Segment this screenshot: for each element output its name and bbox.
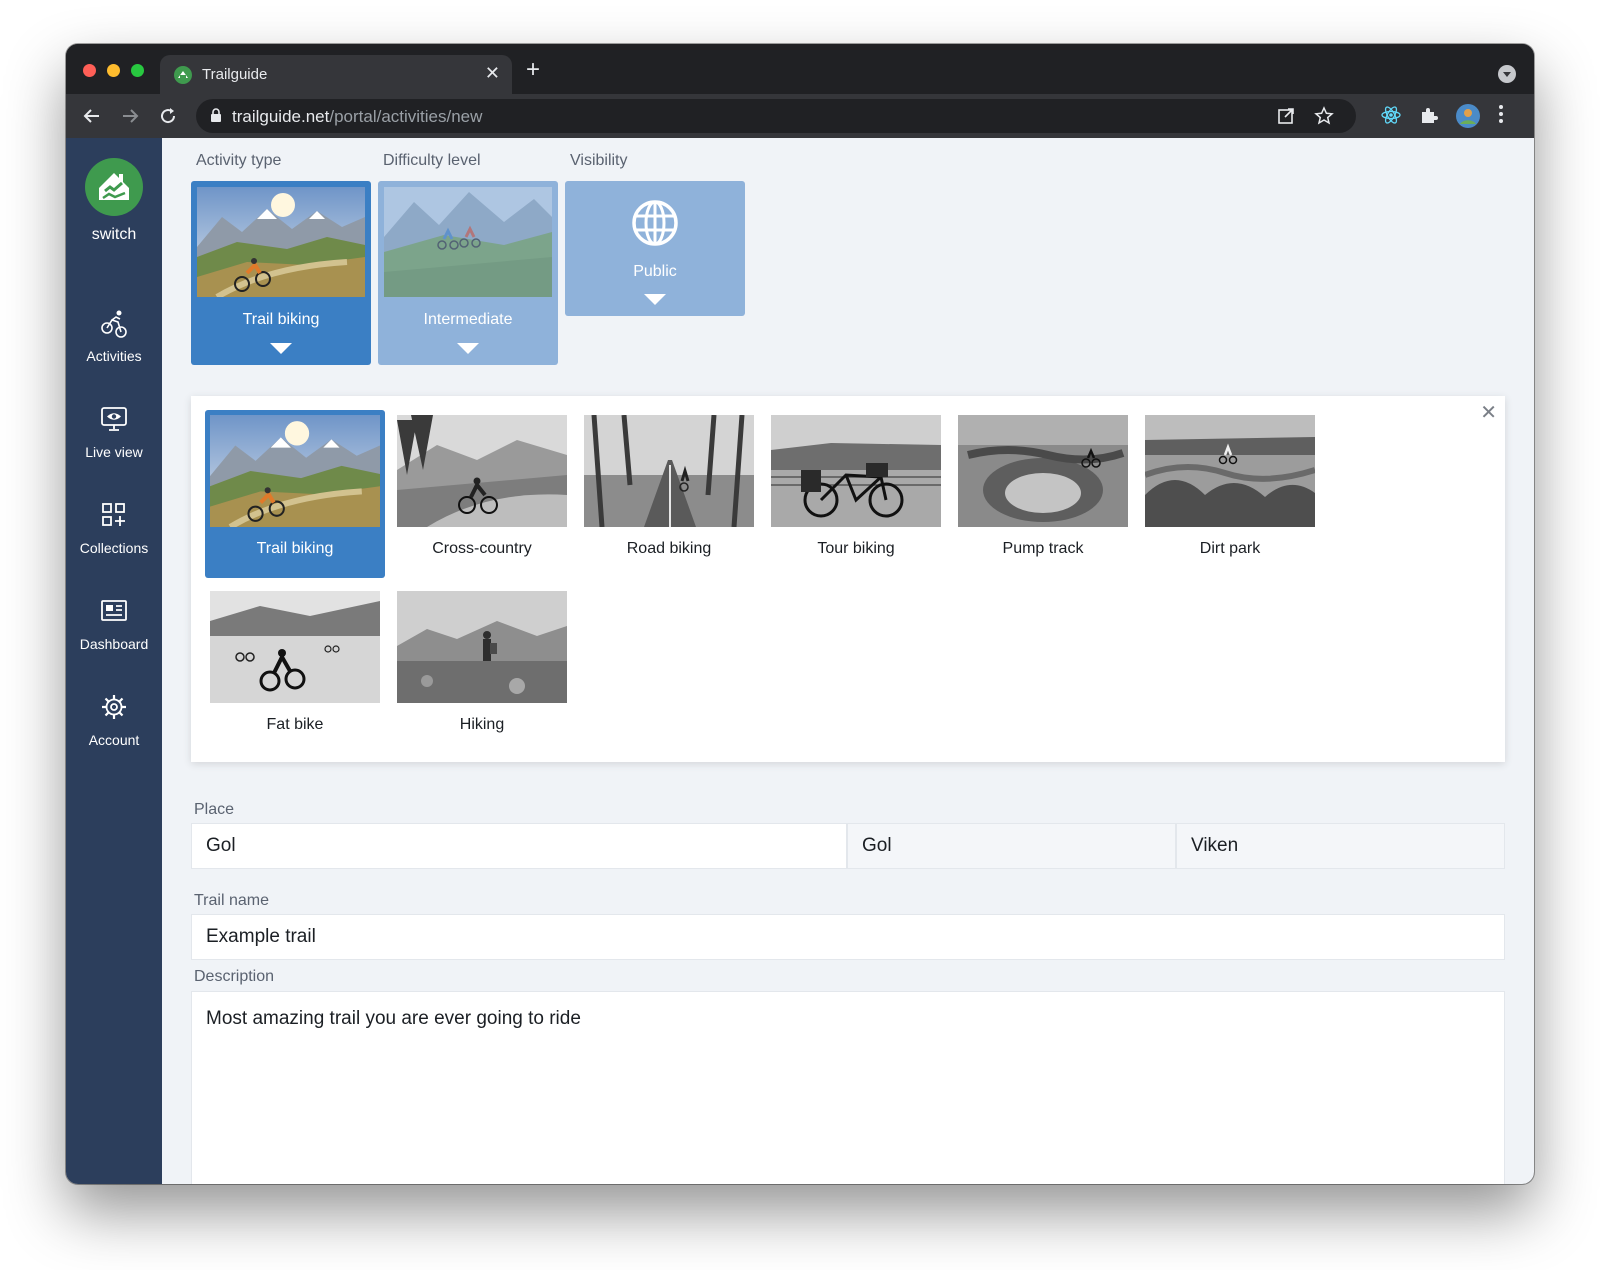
address-bar[interactable]: trailguide.net/portal/activities/new bbox=[196, 99, 1356, 133]
tab-close-icon[interactable]: ✕ bbox=[485, 63, 500, 84]
intermediate-photo bbox=[384, 187, 552, 297]
activity-option-label: Pump track bbox=[1002, 540, 1084, 557]
visibility-label: Visibility bbox=[570, 152, 628, 169]
url-path: /portal/activities/new bbox=[329, 107, 483, 126]
activity-option-label: Tour biking bbox=[817, 540, 895, 557]
close-window-button[interactable] bbox=[83, 64, 96, 77]
activity-option-label: Road biking bbox=[626, 540, 712, 557]
sidebar-item-activities[interactable]: Activities bbox=[66, 308, 162, 398]
forward-arrow-icon[interactable] bbox=[116, 102, 144, 130]
url-text: trailguide.net/portal/activities/new bbox=[232, 107, 482, 127]
activity-type-selector[interactable]: Trail biking bbox=[191, 181, 371, 365]
visibility-selector[interactable]: Public bbox=[565, 181, 745, 316]
sidebar-item-live-view[interactable]: Live view bbox=[66, 404, 162, 494]
activity-type-value: Trail biking bbox=[242, 311, 320, 328]
trail-name-label: Trail name bbox=[194, 892, 269, 909]
sidebar-item-label: Dashboard bbox=[79, 636, 149, 652]
description-label: Description bbox=[194, 968, 275, 985]
gear-icon bbox=[102, 695, 126, 719]
activity-option-cross-country[interactable]: Cross-country bbox=[392, 410, 572, 578]
trailguide-favicon-icon bbox=[174, 66, 192, 84]
sidebar: switch Activities Live view Collections … bbox=[66, 138, 162, 1184]
minimize-window-button[interactable] bbox=[107, 64, 120, 77]
monitor-eye-icon bbox=[101, 407, 127, 431]
trail-name-input[interactable]: Example trail bbox=[191, 914, 1505, 960]
chevron-down-icon bbox=[457, 343, 479, 354]
activity-option-label: Hiking bbox=[459, 716, 505, 733]
place-label: Place bbox=[194, 801, 235, 818]
trail-biking-photo bbox=[210, 415, 380, 527]
lock-icon bbox=[210, 108, 222, 123]
dirt-park-photo bbox=[1145, 415, 1315, 527]
activity-option-pump-track[interactable]: Pump track bbox=[953, 410, 1133, 578]
pump-track-photo bbox=[958, 415, 1128, 527]
place-county-field: Viken bbox=[1176, 823, 1505, 869]
sidebar-item-label: Live view bbox=[85, 444, 143, 460]
tour-biking-photo bbox=[771, 415, 941, 527]
activity-option-road-biking[interactable]: Road biking bbox=[579, 410, 759, 578]
chevron-down-icon bbox=[270, 343, 292, 354]
tab-strip: Trailguide ✕ + bbox=[66, 44, 1534, 95]
globe-icon bbox=[632, 200, 678, 246]
close-icon[interactable]: ✕ bbox=[1480, 400, 1497, 425]
new-tab-button[interactable]: + bbox=[526, 56, 540, 84]
back-arrow-icon[interactable] bbox=[78, 102, 106, 130]
visibility-value: Public bbox=[633, 263, 677, 280]
hiking-photo bbox=[397, 591, 567, 703]
place-municipality-field: Gol bbox=[847, 823, 1176, 869]
cross-country-photo bbox=[397, 415, 567, 527]
bookmark-star-icon[interactable] bbox=[1314, 106, 1334, 126]
activity-type-picker: ✕ Trail biking Cross-country Road biking… bbox=[191, 396, 1505, 762]
browser-tab[interactable]: Trailguide ✕ bbox=[160, 55, 512, 95]
difficulty-level-value: Intermediate bbox=[423, 311, 513, 328]
sidebar-item-collections[interactable]: Collections bbox=[66, 500, 162, 590]
collections-icon bbox=[102, 503, 125, 526]
activity-option-tour-biking[interactable]: Tour biking bbox=[766, 410, 946, 578]
activity-option-dirt-park[interactable]: Dirt park bbox=[1140, 410, 1320, 578]
open-in-app-icon[interactable] bbox=[1276, 106, 1296, 126]
trailguide-logo[interactable] bbox=[85, 158, 143, 216]
tab-search-icon[interactable] bbox=[1498, 65, 1516, 83]
maximize-window-button[interactable] bbox=[131, 64, 144, 77]
profile-avatar[interactable] bbox=[1456, 104, 1480, 128]
activity-option-label: Trail biking bbox=[256, 540, 334, 557]
chevron-down-icon bbox=[644, 294, 666, 305]
sidebar-item-label: Activities bbox=[86, 348, 142, 364]
sidebar-item-dashboard[interactable]: Dashboard bbox=[66, 596, 162, 686]
description-textarea[interactable]: Most amazing trail you are ever going to… bbox=[191, 991, 1505, 1184]
extensions-puzzle-icon[interactable] bbox=[1418, 104, 1440, 126]
tab-title: Trailguide bbox=[202, 66, 268, 83]
difficulty-level-label: Difficulty level bbox=[383, 152, 481, 169]
activity-type-label: Activity type bbox=[196, 152, 282, 169]
activity-option-label: Fat bike bbox=[266, 716, 324, 733]
activity-option-label: Dirt park bbox=[1199, 540, 1261, 557]
road-biking-photo bbox=[584, 415, 754, 527]
trail-biking-photo bbox=[197, 187, 365, 297]
fat-bike-photo bbox=[210, 591, 380, 703]
reload-icon[interactable] bbox=[154, 102, 182, 130]
main-content: Activity type Difficulty level Visibilit… bbox=[162, 138, 1534, 1184]
difficulty-level-selector[interactable]: Intermediate bbox=[378, 181, 558, 365]
activity-option-trail-biking[interactable]: Trail biking bbox=[205, 410, 385, 578]
bike-icon bbox=[101, 310, 127, 338]
activity-option-fat-bike[interactable]: Fat bike bbox=[205, 586, 385, 754]
dashboard-icon bbox=[101, 600, 127, 621]
activity-option-label: Cross-country bbox=[432, 540, 532, 557]
place-input[interactable]: Gol bbox=[191, 823, 847, 869]
sidebar-item-label: Collections bbox=[79, 540, 149, 556]
url-host: trailguide.net bbox=[232, 107, 330, 126]
sidebar-item-account[interactable]: Account bbox=[66, 692, 162, 782]
browser-menu-icon[interactable] bbox=[1498, 104, 1504, 124]
browser-window: Trailguide ✕ + trailguide.net/portal/act… bbox=[66, 44, 1534, 1184]
app-viewport: switch Activities Live view Collections … bbox=[66, 138, 1534, 1184]
activity-option-hiking[interactable]: Hiking bbox=[392, 586, 572, 754]
browser-toolbar: trailguide.net/portal/activities/new bbox=[66, 94, 1534, 138]
react-devtools-icon[interactable] bbox=[1380, 104, 1402, 126]
switch-label[interactable]: switch bbox=[66, 226, 162, 244]
sidebar-item-label: Account bbox=[88, 732, 140, 748]
